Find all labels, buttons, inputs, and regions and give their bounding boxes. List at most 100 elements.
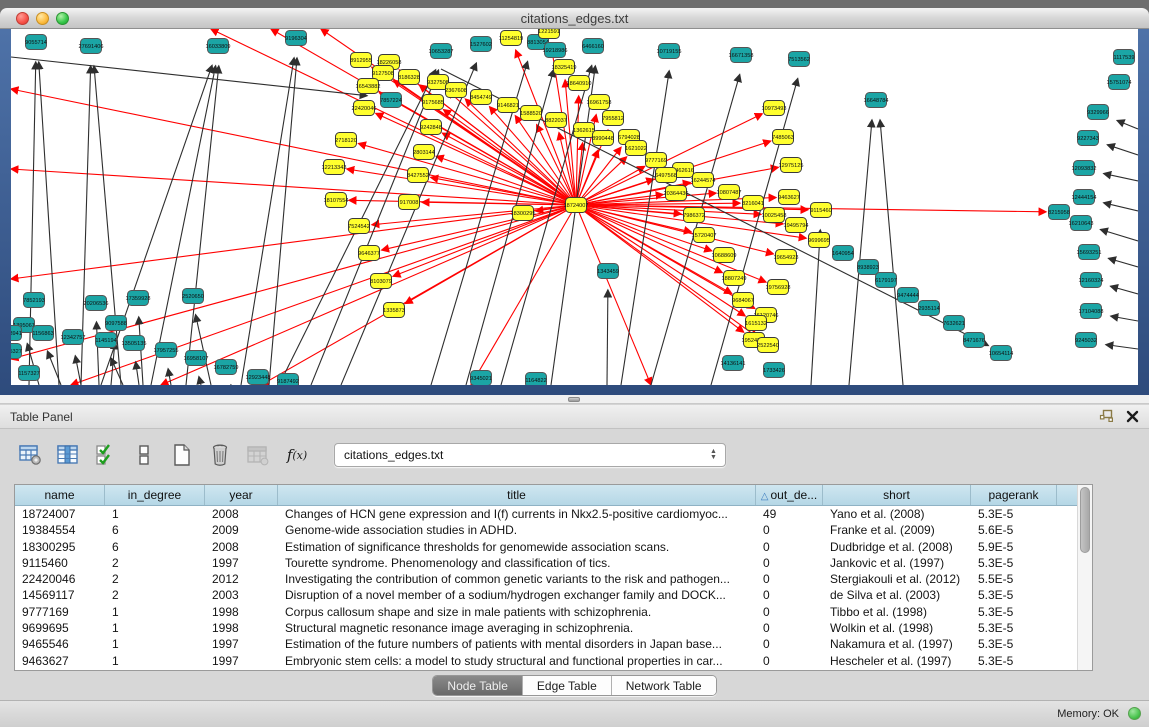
network-graph-canvas[interactable]: 9055714276914061603380991963041065328715… [11,29,1138,385]
network-node[interactable]: 2520650 [182,289,204,304]
table-row[interactable]: 1830029562008Estimation of significance … [15,539,1077,555]
table-row[interactable]: 946554611997Estimation of the future num… [15,636,1077,652]
network-node[interactable]: 27691406 [79,39,104,54]
network-node[interactable]: 9646377 [358,246,380,261]
network-node[interactable]: 17957255 [154,343,179,358]
network-edge[interactable] [1111,316,1138,321]
network-node[interactable]: 1588520 [520,106,542,121]
column-header-name[interactable]: name [15,485,105,505]
network-node[interactable]: 2935114 [918,301,939,316]
column-header-out_degree[interactable]: △out_de... [756,485,823,505]
network-edge[interactable] [1117,121,1138,129]
network-node[interactable]: 18300295 [511,206,536,221]
network-node[interactable]: 9187492 [277,374,299,386]
network-node[interactable]: 16648784 [864,93,889,108]
network-node[interactable]: 9699695 [808,233,830,248]
tab-node-table[interactable]: Node Table [433,676,523,695]
table-vertical-scrollbar[interactable] [1077,485,1092,670]
network-edge[interactable] [1109,258,1138,267]
network-node[interactable]: 2718120 [335,133,357,148]
network-node[interactable]: 18724007 [564,198,589,213]
network-node[interactable]: 1164822 [525,373,546,386]
network-edge[interactable] [261,205,576,385]
table-row[interactable]: 1938455462009Genome-wide association stu… [15,522,1077,538]
network-node[interactable]: 917008 [399,195,420,210]
network-node[interactable]: 9463627 [778,190,800,205]
network-node[interactable]: 19495794 [784,218,809,233]
row-tools-icon[interactable] [128,440,160,470]
network-node[interactable]: 7852193 [23,293,45,308]
column-header-title[interactable]: title [278,485,756,505]
show-columns-icon[interactable] [52,440,84,470]
network-node[interactable]: 9345021 [470,371,492,386]
network-node[interactable]: 12160324 [1079,273,1104,288]
network-edge[interactable] [1106,345,1138,349]
network-node[interactable]: 8822037 [545,113,567,128]
tab-edge-table[interactable]: Edge Table [523,676,612,695]
network-node[interactable]: 9329966 [1087,105,1109,120]
network-edge[interactable] [11,169,576,205]
close-window-button[interactable] [16,12,29,25]
network-node[interactable]: 8216041 [742,196,764,211]
table-row[interactable]: 2242004622012Investigating the contribut… [15,571,1077,587]
network-node[interactable]: 19218986 [543,43,568,58]
import-table-icon[interactable] [242,440,274,470]
network-node[interactable]: 12342757 [61,330,86,345]
network-node[interactable]: 16543882 [356,79,381,94]
network-node[interactable]: 9115460 [810,203,831,218]
network-node[interactable]: 18325419 [552,60,577,75]
network-edge[interactable] [269,58,297,385]
table-row[interactable]: 911546021997Tourette syndrome. Phenomeno… [15,555,1077,571]
column-header-short[interactable]: short [823,485,971,505]
network-edge[interactable] [471,205,576,385]
network-node[interactable]: 1640954 [832,246,854,261]
network-node[interactable]: 1221591 [538,29,560,39]
network-node[interactable]: 9242848 [420,120,442,135]
panel-splitter[interactable] [0,395,1149,404]
network-node[interactable]: 7857224 [380,93,402,108]
network-node[interactable]: 1343459 [597,264,619,279]
close-panel-icon[interactable] [1126,410,1139,428]
network-node[interactable]: 9684067 [732,293,754,308]
network-edge[interactable] [880,120,903,385]
function-builder-icon[interactable]: f(x) [280,440,314,470]
table-selector-dropdown[interactable]: citations_edges.txt ▲▼ [334,443,726,467]
network-edge[interactable] [1104,174,1138,181]
network-node[interactable]: 9245032 [1075,333,1097,348]
network-node[interactable]: 16671358 [729,48,754,63]
network-node[interactable]: 14136141 [721,356,746,371]
network-node[interactable]: 2367608 [445,83,467,98]
network-node[interactable]: 1145194 [95,333,116,348]
network-node[interactable]: 3913941 [11,326,22,341]
network-edge[interactable] [186,66,219,385]
column-header-pagerank[interactable]: pagerank [971,485,1057,505]
network-node[interactable]: 9777169 [645,153,667,168]
network-edge[interactable] [75,356,81,385]
network-edge[interactable] [241,58,294,385]
network-node[interactable]: 9097588 [105,316,127,331]
network-node[interactable]: 1117539 [1114,50,1135,65]
table-row[interactable]: 1872400712008Changes of HCN gene express… [15,506,1077,522]
network-node[interactable]: 10688609 [712,248,737,263]
network-edge[interactable] [607,290,608,385]
network-edge[interactable] [1111,286,1138,294]
network-node[interactable]: 12923448 [246,370,271,385]
network-node[interactable]: 9055714 [25,35,47,50]
network-node[interactable]: 15751074 [1107,75,1132,90]
network-node[interactable]: 17104088 [1079,304,1104,319]
network-node[interactable]: 1157327 [18,366,39,381]
network-node[interactable]: 7632621 [943,316,965,331]
network-node[interactable]: 1733426 [763,363,785,378]
network-node[interactable]: 16782759 [214,360,239,375]
network-node[interactable]: 22420046 [352,101,377,116]
network-edge[interactable] [621,71,669,385]
network-node[interactable]: 10719155 [657,44,682,59]
network-node[interactable]: 8912955 [350,53,372,68]
network-node[interactable]: 18640910 [567,76,592,91]
network-edge[interactable] [11,57,367,96]
network-node[interactable]: 8990448 [592,131,614,146]
network-node[interactable]: 7986372 [683,208,705,223]
minimize-window-button[interactable] [36,12,49,25]
network-node[interactable]: 12093832 [1072,161,1097,176]
network-node[interactable]: 8471676 [963,333,985,348]
